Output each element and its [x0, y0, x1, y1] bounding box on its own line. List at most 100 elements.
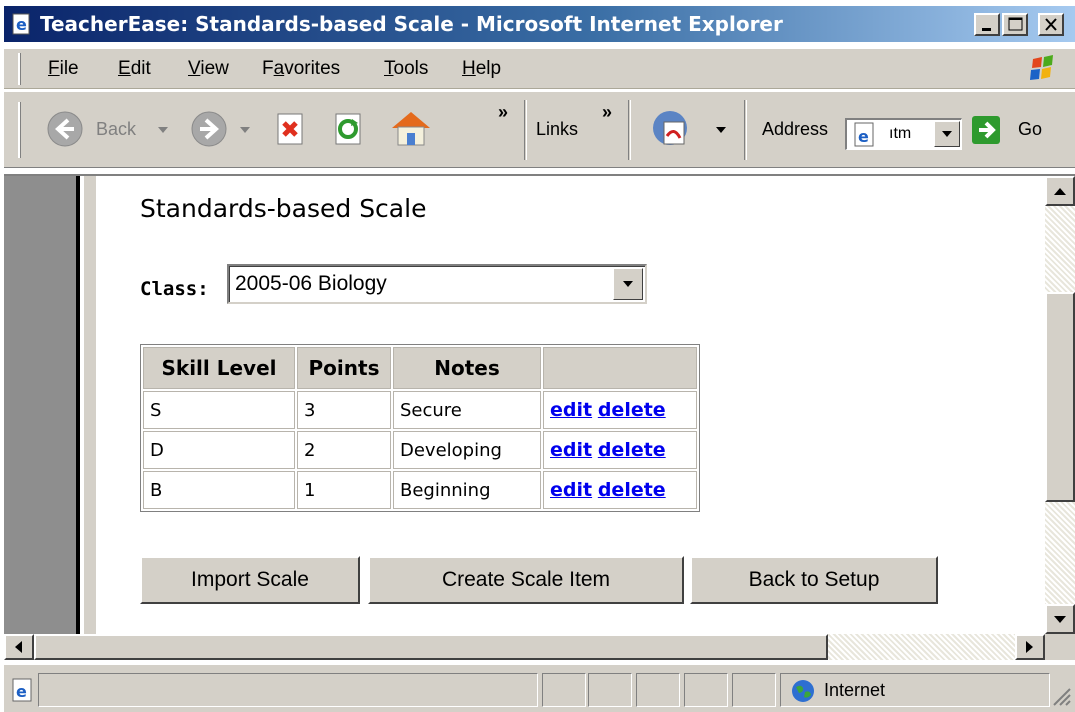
refresh-icon[interactable]: [332, 112, 366, 152]
links-label[interactable]: Links: [536, 119, 578, 140]
maximize-icon: [1008, 17, 1023, 31]
status-bar: e Internet: [4, 664, 1075, 712]
page-icon: e: [851, 122, 879, 152]
horizontal-scroll-thumb[interactable]: [34, 634, 828, 660]
toolbar-separator: [628, 100, 631, 160]
delete-link[interactable]: delete: [598, 439, 666, 461]
title-bar[interactable]: e TeacherEase: Standards-based Scale - M…: [4, 6, 1075, 42]
chevron-down-icon: [623, 281, 633, 287]
edit-link[interactable]: edit: [550, 439, 592, 461]
acrobat-dropdown-icon[interactable]: [716, 127, 726, 133]
status-pane: [542, 673, 586, 707]
cell-actions: edit delete: [543, 391, 697, 429]
status-text-pane: [38, 673, 538, 707]
cell-points: 2: [297, 431, 391, 469]
scroll-left-button[interactable]: [4, 634, 34, 660]
close-button[interactable]: [1038, 13, 1064, 36]
class-select-dropdown-button[interactable]: [613, 268, 643, 300]
menu-edit[interactable]: Edit: [118, 58, 151, 80]
resize-grip-icon[interactable]: [1050, 685, 1072, 711]
go-button-label[interactable]: Go: [1018, 119, 1042, 140]
menu-view[interactable]: View: [188, 58, 229, 80]
cell-points: 1: [297, 471, 391, 509]
address-label: Address: [762, 119, 829, 139]
zone-pane: [780, 673, 1050, 707]
close-icon: [1045, 18, 1057, 31]
back-dropdown-icon[interactable]: [158, 127, 168, 133]
security-zone-label: Internet: [824, 680, 886, 700]
minimize-icon: [982, 28, 991, 31]
column-header-actions: [543, 347, 697, 389]
windows-logo-icon: [1019, 51, 1067, 87]
page-title: Standards-based Scale: [140, 194, 427, 223]
arrow-right-icon: [1026, 641, 1033, 653]
back-to-setup-button[interactable]: Back to Setup: [690, 556, 938, 604]
cell-notes: Developing: [393, 431, 541, 469]
edit-link[interactable]: edit: [550, 479, 592, 501]
scale-table: Skill Level Points Notes S 3 Secure edit…: [140, 344, 700, 512]
vertical-scrollbar[interactable]: [1045, 176, 1075, 634]
cell-skill-level: S: [143, 391, 295, 429]
menu-favorites[interactable]: Favorites: [262, 58, 340, 80]
menu-help[interactable]: Help: [462, 58, 501, 80]
stop-icon[interactable]: [274, 112, 308, 152]
page-left-rail: [4, 176, 80, 634]
scroll-thumb[interactable]: [1045, 292, 1075, 502]
scrollbar-corner: [1045, 634, 1075, 660]
back-button-label[interactable]: Back: [96, 119, 136, 140]
status-pane: [684, 673, 728, 707]
forward-icon[interactable]: [190, 110, 228, 152]
column-header-skill-level: Skill Level: [143, 347, 295, 389]
cell-notes: Secure: [393, 391, 541, 429]
forward-dropdown-icon[interactable]: [240, 127, 250, 133]
toolbar-separator: [524, 100, 527, 160]
column-header-notes: Notes: [393, 347, 541, 389]
cell-skill-level: B: [143, 471, 295, 509]
create-scale-item-button[interactable]: Create Scale Item: [368, 556, 684, 604]
scroll-right-button[interactable]: [1015, 634, 1045, 660]
cell-actions: edit delete: [543, 431, 697, 469]
chevron-down-icon: [942, 131, 952, 137]
status-pane: [732, 673, 776, 707]
scroll-down-button[interactable]: [1045, 604, 1075, 634]
address-field[interactable]: e ıtm: [845, 118, 962, 150]
go-icon[interactable]: [970, 114, 1002, 150]
scroll-up-button[interactable]: [1045, 176, 1075, 206]
links-chevron[interactable]: »: [602, 102, 612, 123]
acrobat-icon[interactable]: [650, 108, 694, 154]
toolbar-grip: [18, 102, 21, 158]
address-dropdown-button[interactable]: [934, 121, 960, 147]
class-select-value: 2005-06 Biology: [235, 272, 387, 295]
arrow-up-icon: [1054, 188, 1066, 195]
status-pane: [588, 673, 632, 707]
minimize-button[interactable]: [974, 13, 1000, 36]
menu-bar: File Edit View Favorites Tools Help: [4, 49, 1075, 89]
globe-icon: [790, 678, 816, 708]
menu-tools[interactable]: Tools: [384, 58, 428, 80]
toolbar-separator: [744, 100, 747, 160]
delete-link[interactable]: delete: [598, 399, 666, 421]
svg-text:e: e: [16, 15, 27, 34]
menu-file[interactable]: File: [48, 58, 79, 80]
delete-link[interactable]: delete: [598, 479, 666, 501]
toolbar-chevron[interactable]: »: [498, 102, 508, 123]
page-status-icon: e: [10, 677, 36, 707]
cell-notes: Beginning: [393, 471, 541, 509]
cell-points: 3: [297, 391, 391, 429]
svg-text:e: e: [858, 127, 869, 146]
class-select[interactable]: 2005-06 Biology: [227, 264, 647, 304]
maximize-button[interactable]: [1002, 13, 1028, 36]
table-row: D 2 Developing edit delete: [143, 431, 697, 469]
edit-link[interactable]: edit: [550, 399, 592, 421]
table-row: S 3 Secure edit delete: [143, 391, 697, 429]
status-pane: [636, 673, 680, 707]
back-icon[interactable]: [46, 110, 84, 152]
import-scale-button[interactable]: Import Scale: [140, 556, 360, 604]
column-header-points: Points: [297, 347, 391, 389]
table-header-row: Skill Level Points Notes: [143, 347, 697, 389]
home-icon[interactable]: [388, 106, 434, 154]
page-viewport: Standards-based Scale Class: 2005-06 Bio…: [4, 174, 1075, 660]
address-value: ıtm: [889, 125, 912, 142]
horizontal-scrollbar[interactable]: [4, 634, 1045, 660]
cell-actions: edit delete: [543, 471, 697, 509]
